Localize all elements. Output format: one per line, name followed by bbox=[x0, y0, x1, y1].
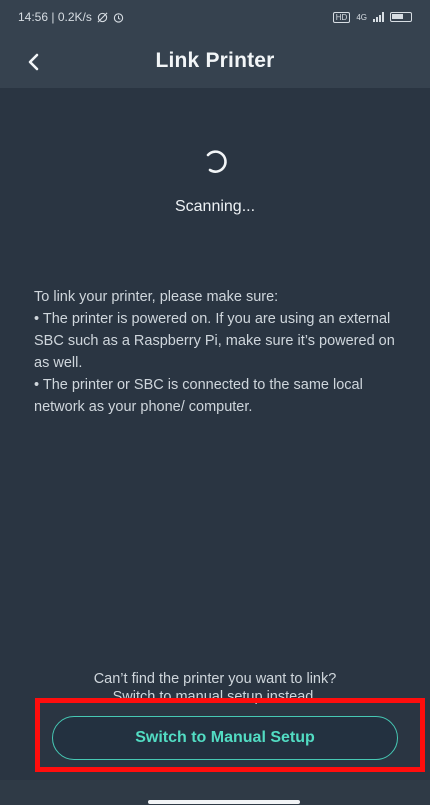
switch-to-manual-setup-button[interactable]: Switch to Manual Setup bbox=[52, 716, 398, 760]
instructions-intro: To link your printer, please make sure: bbox=[34, 289, 279, 305]
status-bar: 14:56 | 0.2K/s HD 4G bbox=[0, 0, 430, 34]
signal-icon bbox=[373, 12, 384, 22]
app-bar: Link Printer bbox=[0, 34, 430, 88]
manual-setup-hint: Can’t find the printer you want to link?… bbox=[0, 668, 430, 708]
scanning-status: Scanning... bbox=[174, 198, 256, 215]
instruction-bullet-power: • The printer is powered on. If you are … bbox=[34, 311, 395, 371]
loading-spinner-icon bbox=[206, 150, 227, 173]
instruction-bullet-network: • The printer or SBC is connected to the… bbox=[34, 377, 363, 415]
link-instructions: To link your printer, please make sure: … bbox=[34, 286, 406, 418]
hd-icon: HD bbox=[332, 11, 351, 23]
home-indicator[interactable] bbox=[148, 800, 300, 804]
back-button[interactable] bbox=[18, 46, 50, 78]
status-time: 14:56 | 0.2K/s bbox=[18, 10, 92, 24]
status-left: 14:56 | 0.2K/s bbox=[18, 10, 124, 24]
battery-icon bbox=[390, 12, 412, 22]
status-right: HD 4G bbox=[332, 11, 412, 23]
chevron-left-icon bbox=[28, 53, 39, 71]
hint-line-2: Switch to manual setup instead. bbox=[112, 689, 318, 705]
alarm-off-icon bbox=[97, 12, 108, 22]
network-type: 4G bbox=[356, 12, 367, 22]
manual-button-label: Switch to Manual Setup bbox=[135, 729, 315, 746]
page-title: Link Printer bbox=[155, 49, 275, 72]
alarm-icon bbox=[113, 12, 124, 23]
